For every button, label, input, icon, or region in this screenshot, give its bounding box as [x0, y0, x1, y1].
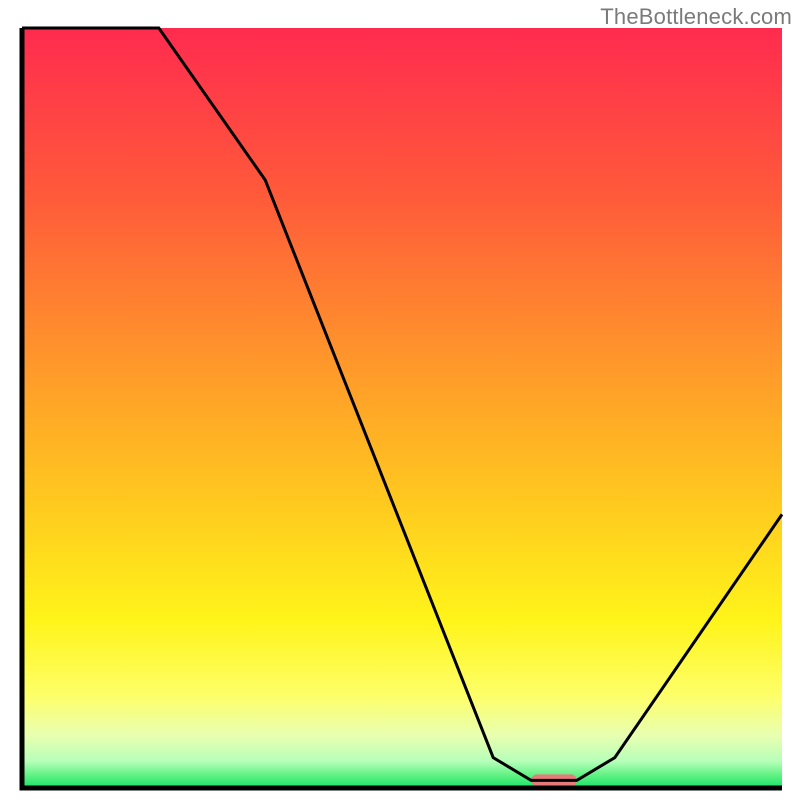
watermark-text: TheBottleneck.com	[600, 4, 792, 30]
bottleneck-chart	[0, 0, 800, 800]
plot-background	[22, 28, 782, 788]
chart-container: TheBottleneck.com	[0, 0, 800, 800]
